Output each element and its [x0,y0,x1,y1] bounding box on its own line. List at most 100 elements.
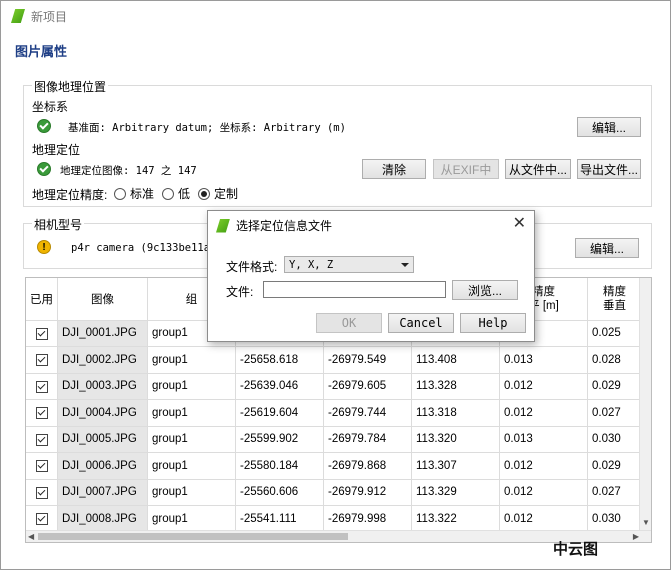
cell-y: -26979.868 [323,452,412,480]
from-exif-button[interactable]: 从EXIF中 [433,159,499,179]
cell-z: 113.329 [411,479,500,506]
enabled-checkbox[interactable] [35,407,48,420]
scroll-down-icon[interactable]: ▼ [642,518,650,527]
cell-group: group1 [147,346,236,374]
radio-custom-label: 定制 [214,187,239,201]
cell-acc-h: 0.012 [499,479,588,506]
table-row[interactable]: DJI_0003.JPG group1 -25639.046 -26979.605 11… [26,373,642,400]
radio-low-label: 低 [178,187,191,201]
accuracy-radio-custom[interactable]: 定制 [198,185,238,202]
cell-acc-h: 0.012 [499,505,588,533]
coord-label: 坐标系 [32,100,69,114]
table-body: DJI_0001.JPG group1 0.025 DJI_0002.JPG group… [26,320,642,533]
close-icon[interactable]: ✕ [513,213,526,233]
file-path-input[interactable] [263,281,446,298]
cell-enabled[interactable] [26,320,58,347]
format-select[interactable]: Y, X, Z [284,256,414,273]
table-row[interactable]: DJI_0005.JPG group1 -25599.902 -26979.784 11… [26,426,642,453]
cell-x: -25619.604 [235,399,324,427]
cell-image: DJI_0003.JPG [57,373,148,400]
ok-button[interactable]: OK [316,313,382,333]
help-button[interactable]: Help [460,313,526,333]
scroll-right-icon[interactable]: ▶ [633,532,639,541]
cell-y: -26979.998 [323,505,412,533]
cell-acc-h: 0.012 [499,399,588,427]
scroll-left-icon[interactable]: ◀ [28,532,34,541]
cell-z: 113.307 [411,452,500,480]
cell-acc-v: 0.027 [587,399,642,427]
cell-group: group1 [147,479,236,506]
horizontal-scroll-thumb[interactable] [38,533,348,540]
geo-section-title: 图像地理位置 [32,78,109,95]
cell-z: 113.318 [411,399,500,427]
accuracy-radio-low[interactable]: 低 [162,185,190,202]
camera-warning-icon: ! [37,240,51,254]
cell-z: 113.408 [411,346,500,374]
cell-acc-v: 0.030 [587,505,642,533]
enabled-checkbox[interactable] [35,513,48,526]
table-row[interactable]: DJI_0002.JPG group1 -25658.618 -26979.549 11… [26,346,642,374]
table-row[interactable]: DJI_0007.JPG group1 -25560.606 -26979.912 11… [26,479,642,506]
page-title: 图片属性 [15,44,68,59]
cell-image: DJI_0008.JPG [57,505,148,533]
enabled-checkbox[interactable] [35,327,48,340]
radio-low-indicator [162,187,175,200]
table-row[interactable]: DJI_0006.JPG group1 -25580.184 -26979.868 11… [26,452,642,480]
cell-acc-v: 0.027 [587,479,642,506]
cell-image: DJI_0005.JPG [57,426,148,453]
vertical-scrollbar[interactable]: ▼ [639,278,651,532]
col-header-image[interactable]: 图像 [57,278,148,321]
col-header-enabled[interactable]: 已用 [26,278,58,321]
from-file-button[interactable]: 从文件中... [505,159,571,179]
cell-acc-v: 0.029 [587,373,642,400]
cell-enabled[interactable] [26,479,58,506]
cell-group: group1 [147,452,236,480]
camera-edit-button[interactable]: 编辑... [575,238,639,258]
enabled-checkbox[interactable] [35,460,48,473]
cell-z: 113.320 [411,426,500,453]
cell-x: -25599.902 [235,426,324,453]
enabled-checkbox[interactable] [35,354,48,367]
export-file-button[interactable]: 导出文件... [577,159,641,179]
cell-z: 113.328 [411,373,500,400]
enabled-checkbox[interactable] [35,380,48,393]
main-window: 新项目 图片属性 图像地理位置 坐标系 基准面: Arbitrary datum… [0,0,671,570]
coord-edit-button[interactable]: 编辑... [577,117,641,137]
geoloc-ok-icon [37,162,51,176]
table-row[interactable]: DJI_0008.JPG group1 -25541.111 -26979.998 11… [26,505,642,533]
radio-standard-label: 标准 [130,187,155,201]
table-row[interactable]: DJI_0004.JPG group1 -25619.604 -26979.744 11… [26,399,642,427]
cell-acc-v: 0.029 [587,452,642,480]
enabled-checkbox[interactable] [35,433,48,446]
clear-button[interactable]: 清除 [362,159,426,179]
select-geo-file-dialog: 选择定位信息文件 ✕ 文件格式: Y, X, Z 文件: 浏览... OK Ca… [207,210,535,342]
cell-enabled[interactable] [26,373,58,400]
cell-enabled[interactable] [26,505,58,533]
window-title: 新项目 [31,9,68,24]
cell-x: -25658.618 [235,346,324,374]
accuracy-radio-standard[interactable]: 标准 [114,185,154,202]
cancel-button[interactable]: Cancel [388,313,454,333]
geo-section: 图像地理位置 坐标系 基准面: Arbitrary datum; 坐标系: Ar… [23,78,652,207]
cell-acc-v: 0.025 [587,320,642,347]
cell-group: group1 [147,399,236,427]
col-header-acc-v[interactable]: 精度 垂直 [587,278,642,321]
cell-enabled[interactable] [26,426,58,453]
cell-enabled[interactable] [26,452,58,480]
cell-enabled[interactable] [26,399,58,427]
radio-custom-indicator [198,187,211,200]
enabled-checkbox[interactable] [35,486,48,499]
cell-acc-h: 0.013 [499,346,588,374]
geoloc-label: 地理定位 [32,143,81,157]
geoloc-value: 地理定位图像: 147 之 147 [60,165,197,177]
cell-group: group1 [147,373,236,400]
cell-group: group1 [147,505,236,533]
cell-y: -26979.744 [323,399,412,427]
cell-enabled[interactable] [26,346,58,374]
cell-acc-v: 0.030 [587,426,642,453]
cell-y: -26979.605 [323,373,412,400]
app-logo-icon [11,9,25,23]
browse-button[interactable]: 浏览... [452,280,518,300]
cell-x: -25580.184 [235,452,324,480]
dialog-title-bar: 选择定位信息文件 [216,217,332,234]
